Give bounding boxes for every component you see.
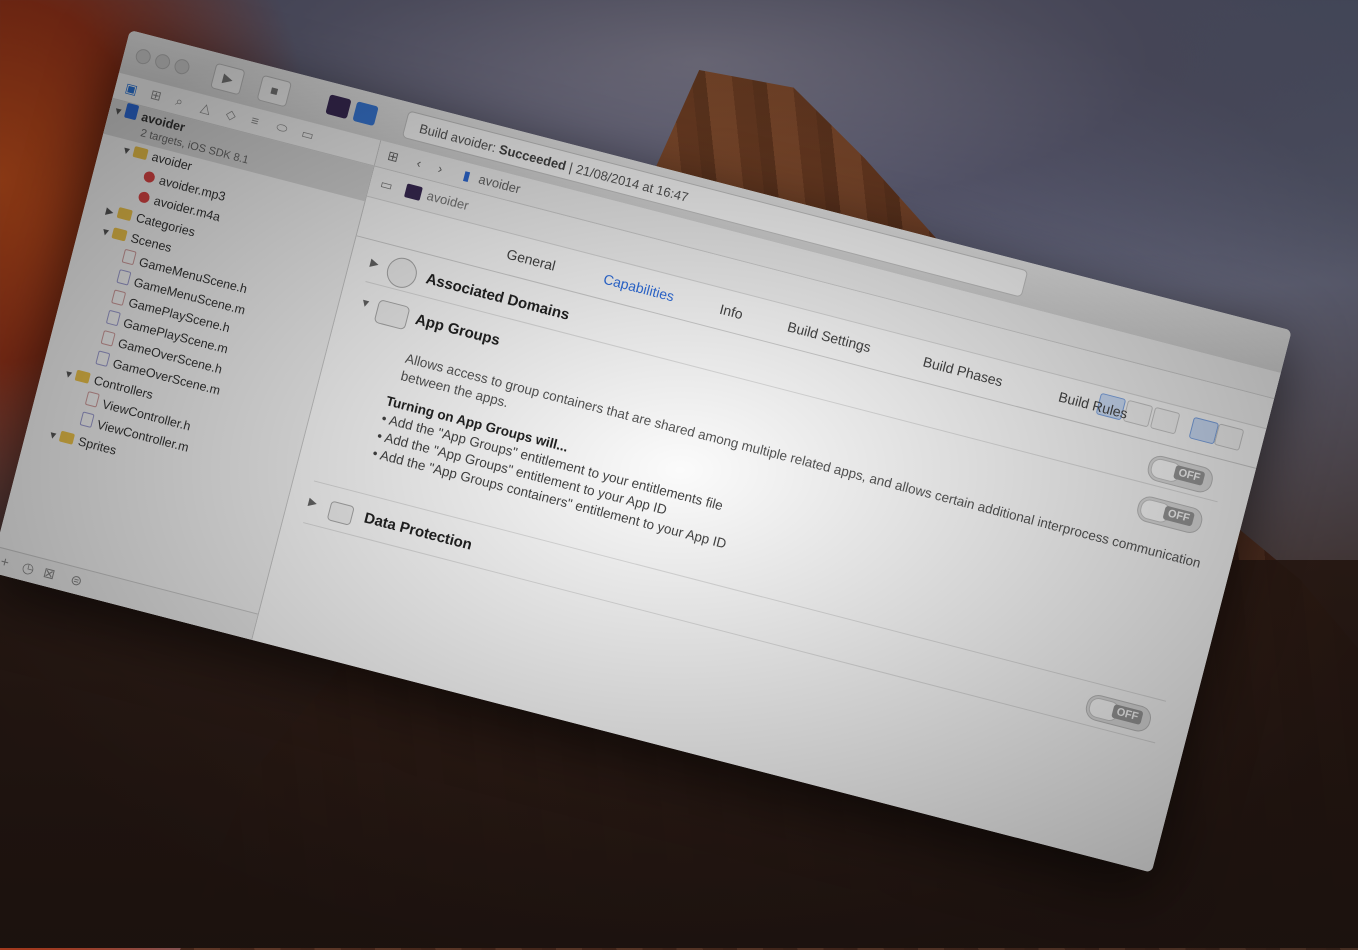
- source-file-icon: [79, 411, 95, 428]
- disclosure-triangle-icon: [73, 401, 85, 404]
- debug-area-toggle-button[interactable]: [1213, 423, 1245, 452]
- disclosure-triangle-icon: [126, 197, 138, 200]
- disclosure-triangle-icon: [68, 421, 80, 424]
- device-icon[interactable]: [352, 101, 379, 127]
- disclosure-triangle-icon: [94, 319, 106, 322]
- status-prefix: Build avoider:: [417, 120, 498, 156]
- minimize-window-button[interactable]: [153, 52, 172, 71]
- disclosure-triangle-icon: [89, 340, 101, 343]
- toggle-label: OFF: [1111, 703, 1144, 726]
- related-items-icon[interactable]: ⊞: [386, 148, 400, 166]
- header-file-icon: [111, 289, 127, 306]
- target-selector[interactable]: avoider: [425, 188, 470, 213]
- forward-icon[interactable]: ›: [436, 161, 444, 177]
- audio-file-icon: [137, 190, 151, 205]
- source-file-icon: [105, 309, 121, 327]
- folder-icon[interactable]: ▣: [123, 80, 140, 99]
- project-icon: [123, 102, 140, 121]
- disclosure-triangle-icon: [84, 360, 96, 363]
- disclosure-triangle-icon[interactable]: ▶: [307, 495, 318, 510]
- recent-icon[interactable]: ◷: [20, 558, 36, 578]
- version-editor-button[interactable]: [1149, 406, 1181, 435]
- source-file-icon: [116, 269, 132, 286]
- report-icon[interactable]: ▭: [300, 126, 316, 145]
- lock-icon: [326, 500, 355, 526]
- capability-title: Data Protection: [362, 509, 474, 554]
- tab-build-rules[interactable]: Build Rules: [1057, 388, 1130, 421]
- associated-domains-toggle[interactable]: OFF: [1145, 453, 1216, 495]
- folder-icon: [132, 145, 149, 161]
- disclosure-triangle-icon[interactable]: ▶: [369, 256, 380, 271]
- filter-icon[interactable]: ⊜: [68, 571, 84, 590]
- folder-icon: [116, 206, 133, 222]
- disclosure-triangle-icon: [105, 279, 117, 282]
- header-file-icon: [100, 330, 116, 347]
- run-button[interactable]: ▶: [210, 62, 246, 96]
- scm-icon[interactable]: ⊠: [41, 564, 57, 583]
- folder-icon: [111, 227, 128, 242]
- zoom-window-button[interactable]: [172, 57, 192, 76]
- header-file-icon: [121, 248, 137, 266]
- header-file-icon: [84, 391, 100, 408]
- disclosure-triangle-icon: [110, 258, 122, 261]
- tab-general[interactable]: General: [505, 246, 557, 274]
- toggle-label: OFF: [1172, 464, 1206, 486]
- status-separator: |: [567, 159, 575, 175]
- toggle-label: OFF: [1162, 505, 1195, 527]
- hierarchy-icon[interactable]: ⊞: [149, 86, 163, 104]
- debug-icon[interactable]: ≡: [250, 112, 261, 128]
- disclosure-triangle-icon[interactable]: ▼: [359, 296, 373, 310]
- app-groups-icon: [373, 299, 411, 331]
- disclosure-triangle-icon: [100, 299, 112, 302]
- data-protection-toggle[interactable]: OFF: [1083, 692, 1154, 735]
- breadcrumb-project[interactable]: avoider: [477, 171, 522, 196]
- close-window-button[interactable]: [134, 47, 153, 66]
- back-icon[interactable]: ‹: [415, 155, 423, 171]
- stop-icon: ■: [268, 82, 281, 99]
- folder-icon: [74, 369, 91, 384]
- target-icon: [403, 183, 423, 201]
- folder-icon: [58, 430, 76, 445]
- tab-build-phases[interactable]: Build Phases: [921, 353, 1004, 389]
- add-icon[interactable]: +: [0, 553, 11, 571]
- sidebar-toggle-icon[interactable]: ▭: [379, 176, 395, 195]
- warning-icon[interactable]: △: [199, 99, 212, 117]
- scheme-icon[interactable]: [325, 94, 352, 120]
- stop-button[interactable]: ■: [256, 74, 293, 108]
- test-icon[interactable]: ◇: [224, 106, 237, 124]
- breakpoint-icon[interactable]: ⬭: [274, 119, 290, 137]
- search-icon[interactable]: ⌕: [174, 93, 185, 110]
- audio-file-icon: [142, 170, 157, 184]
- tab-info[interactable]: Info: [718, 301, 745, 322]
- tab-build-settings[interactable]: Build Settings: [786, 318, 873, 355]
- status-result: Succeeded: [497, 141, 568, 174]
- disclosure-triangle-icon: [131, 177, 143, 180]
- project-file-icon: ▮: [461, 167, 473, 184]
- tab-capabilities[interactable]: Capabilities: [602, 271, 676, 305]
- play-icon: ▶: [221, 70, 235, 88]
- source-file-icon: [95, 350, 111, 367]
- globe-icon: [383, 254, 421, 292]
